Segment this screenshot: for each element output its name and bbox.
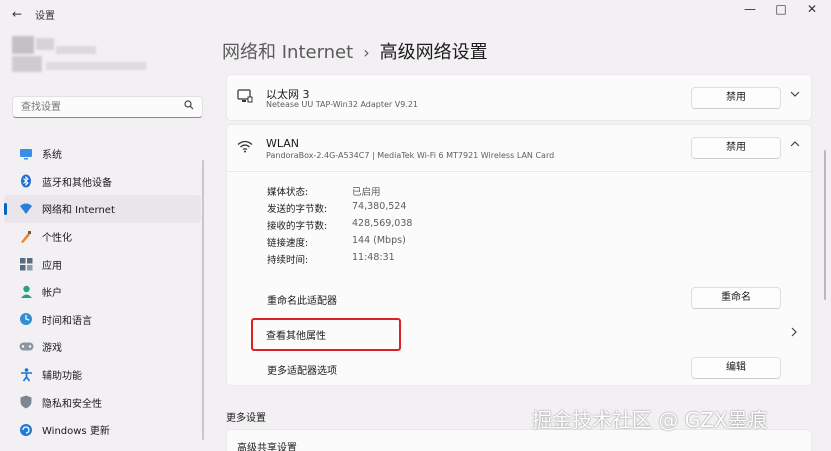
sidebar-item-label: 游戏 <box>42 343 62 355</box>
sidebar-item-apps[interactable]: 应用 <box>0 250 205 278</box>
prop-media-state-value: 已启用 <box>352 187 381 198</box>
sidebar-item-label: 应用 <box>42 260 62 272</box>
watermark: 掘金技术社区 @ GZX墨痕 <box>532 408 768 432</box>
prop-link-speed-label: 链接速度: <box>267 238 309 249</box>
page-title: 高级网络设置 <box>379 42 488 63</box>
breadcrumb-separator: › <box>363 43 370 62</box>
wifi-icon <box>237 140 253 157</box>
more-settings-title: 更多设置 <box>226 413 266 424</box>
sidebar-item-label: 时间和语言 <box>42 315 92 327</box>
sidebar-item-network[interactable]: 网络和 Internet <box>4 195 201 223</box>
chevron-down-icon[interactable] <box>790 90 800 101</box>
wlan-disable-button[interactable]: 禁用 <box>691 137 781 159</box>
back-button[interactable]: ← <box>6 4 28 24</box>
prop-bytes-sent-label: 发送的字节数: <box>267 204 328 215</box>
chevron-right-icon[interactable] <box>791 327 798 340</box>
sidebar-item-accessibility[interactable]: 辅助功能 <box>0 361 205 389</box>
more-adapter-options-label: 更多适配器选项 <box>267 366 337 377</box>
chevron-up-icon[interactable] <box>790 140 800 151</box>
title-bar: ← 设置 — □ ✕ <box>0 0 831 28</box>
sidebar-item-system[interactable]: 系统 <box>0 140 205 168</box>
rename-adapter-label: 重命名此适配器 <box>267 296 337 307</box>
sidebar-item-label: 隐私和安全性 <box>42 398 102 410</box>
sidebar-item-bluetooth[interactable]: 蓝牙和其他设备 <box>0 168 205 196</box>
ethernet-description: Netease UU TAP-Win32 Adapter V9.21 <box>266 100 419 109</box>
prop-bytes-sent-value: 74,380,524 <box>352 201 407 212</box>
gaming-icon <box>18 339 34 355</box>
highlight-box <box>251 318 401 351</box>
prop-duration-value: 11:48:31 <box>352 252 395 263</box>
wlan-description: PandoraBox-2.4G-A534C7 | MediaTek Wi-Fi … <box>266 151 555 160</box>
bluetooth-icon <box>18 173 34 189</box>
prop-bytes-received-label: 接收的字节数: <box>267 221 328 232</box>
wlan-name: WLAN <box>266 137 300 150</box>
close-button[interactable]: ✕ <box>795 0 829 20</box>
sidebar-item-label: Windows 更新 <box>42 426 110 438</box>
search-input[interactable] <box>13 97 173 117</box>
user-profile-blurred <box>12 36 150 82</box>
sidebar-item-label: 网络和 Internet <box>42 205 115 217</box>
time-language-icon <box>18 311 34 327</box>
search-icon[interactable] <box>184 100 194 113</box>
sidebar-item-label: 系统 <box>42 150 62 162</box>
sidebar-item-privacy[interactable]: 隐私和安全性 <box>0 388 205 416</box>
prop-bytes-received-value: 428,569,038 <box>352 218 413 229</box>
personalization-icon <box>18 229 34 245</box>
search-box[interactable] <box>12 96 203 118</box>
sidebar-item-label: 蓝牙和其他设备 <box>42 177 112 189</box>
privacy-icon <box>18 394 34 410</box>
accessibility-icon <box>18 367 34 383</box>
advanced-sharing-settings-label: 高级共享设置 <box>237 443 297 451</box>
system-icon <box>18 146 34 162</box>
main-scrollbar[interactable] <box>824 150 826 300</box>
sidebar-item-gaming[interactable]: 游戏 <box>0 333 205 361</box>
maximize-button[interactable]: □ <box>764 0 798 20</box>
sidebar-item-windows-update[interactable]: Windows 更新 <box>0 416 205 444</box>
sidebar-item-label: 个性化 <box>42 233 72 245</box>
sidebar-item-accounts[interactable]: 帐户 <box>0 278 205 306</box>
rename-button[interactable]: 重命名 <box>691 287 781 309</box>
windows-update-icon <box>18 422 34 438</box>
app-title: 设置 <box>35 11 55 22</box>
sidebar-item-label: 辅助功能 <box>42 371 82 383</box>
breadcrumb-parent[interactable]: 网络和 Internet <box>222 42 353 63</box>
network-icon <box>18 201 34 217</box>
ethernet-disable-button[interactable]: 禁用 <box>691 87 781 109</box>
prop-media-state-label: 媒体状态: <box>267 187 309 198</box>
account-icon <box>18 284 34 300</box>
edit-button[interactable]: 编辑 <box>691 357 781 379</box>
prop-duration-label: 持续时间: <box>267 255 309 266</box>
breadcrumb: 网络和 Internet › 高级网络设置 <box>222 38 488 64</box>
sidebar-item-personalization[interactable]: 个性化 <box>0 223 205 251</box>
sidebar-scrollbar[interactable] <box>202 160 204 440</box>
divider <box>227 171 811 172</box>
minimize-button[interactable]: — <box>733 0 767 20</box>
prop-link-speed-value: 144 (Mbps) <box>352 235 406 246</box>
apps-icon <box>18 256 34 272</box>
sidebar-item-label: 帐户 <box>42 288 62 300</box>
ethernet-icon <box>237 88 253 108</box>
sidebar-nav: 系统 蓝牙和其他设备 网络和 Internet 个性化 应用 帐户 时间和语言 … <box>0 140 205 444</box>
sidebar-item-time-language[interactable]: 时间和语言 <box>0 306 205 334</box>
